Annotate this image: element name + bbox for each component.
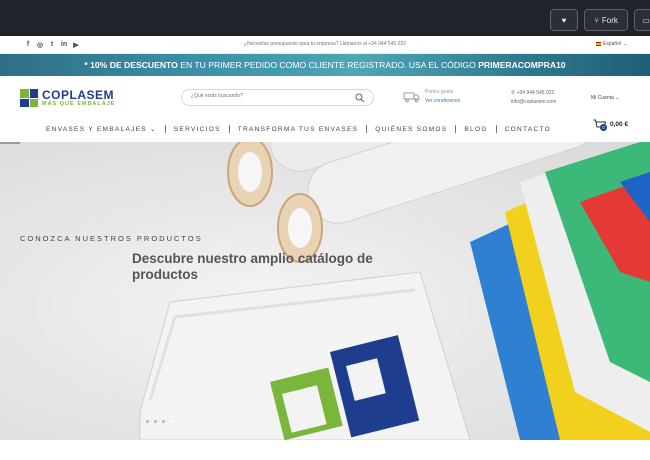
cart-icon: 0 xyxy=(593,118,607,131)
promo-banner: * 10% DE DESCUENTO EN TU PRIMER PEDIDO C… xyxy=(0,54,650,76)
phone-number[interactable]: +34 944 545 022 xyxy=(517,90,555,96)
hero-title: Descubre nuestro amplio catálogo de prod… xyxy=(132,251,373,282)
search-box xyxy=(181,89,374,106)
main-nav: ENVASES Y EMBALAJES ⌄ SERVICIOS TRANSFOR… xyxy=(46,125,559,133)
info-strip: f ◎ t in ▶ ¿Necesitas presupuesto para t… xyxy=(0,36,650,54)
language-selector[interactable]: Español ⌄ xyxy=(596,41,627,47)
slider-dot[interactable] xyxy=(162,420,165,423)
hero-subtitle: CONOZCA NUESTROS PRODUCTOS xyxy=(20,234,203,243)
logo-tagline: MÁS QUE EMBALAJE xyxy=(42,100,116,107)
search-icon[interactable] xyxy=(355,93,365,103)
fork-label: Fork xyxy=(601,15,618,25)
truck-icon xyxy=(403,92,420,103)
nav-item-envases[interactable]: ENVASES Y EMBALAJES ⌄ xyxy=(46,125,165,133)
flag-icon xyxy=(596,42,601,46)
header: COPLASEM MÁS QUE EMBALAJE Portes gratis … xyxy=(0,76,650,142)
promo-discount: * 10% DE DESCUENTO xyxy=(84,60,178,70)
nav-item-blog[interactable]: BLOG xyxy=(456,126,495,133)
cart[interactable]: 0 0,00 € xyxy=(593,118,629,131)
slider-dots xyxy=(146,420,173,423)
hero-image xyxy=(139,142,650,440)
account-label: Mi Cuenta xyxy=(591,95,614,101)
nav-label: ENVASES Y EMBALAJES xyxy=(46,126,147,133)
slider-dot[interactable] xyxy=(154,420,157,423)
chevron-down-icon: ⌄ xyxy=(623,41,628,47)
top-bar: ♥ ⑂ Fork ▭ xyxy=(0,0,650,36)
shipping-conditions-link[interactable]: Ver condiciones xyxy=(425,97,460,106)
logo-icon xyxy=(20,89,38,107)
info-text: ¿Necesitas presupuesto para tu empresa? … xyxy=(244,41,406,47)
window-icon: ▭ xyxy=(642,15,650,25)
fork-icon: ⑂ xyxy=(594,15,599,25)
logo-name: COPLASEM xyxy=(42,87,115,102)
fork-button[interactable]: ⑂ Fork xyxy=(584,9,628,31)
email-link[interactable]: info@coplasem.com xyxy=(511,98,556,107)
nav-item-quienes-somos[interactable]: QUIÉNES SOMOS xyxy=(367,126,455,133)
hero-slider: CONOZCA NUESTROS PRODUCTOS Descubre nues… xyxy=(0,142,650,440)
search-input[interactable] xyxy=(191,93,351,99)
cart-total: 0,00 € xyxy=(610,120,629,128)
chevron-down-icon: ⌄ xyxy=(615,95,620,101)
nav-item-servicios[interactable]: SERVICIOS xyxy=(166,126,229,133)
promo-text: EN TU PRIMER PEDIDO COMO CLIENTE REGISTR… xyxy=(177,60,479,70)
cart-count-badge: 0 xyxy=(600,124,607,131)
account-menu[interactable]: Mi Cuenta ⌄ xyxy=(591,95,619,101)
corrugated-sheets-illustration xyxy=(470,142,650,440)
heart-button[interactable]: ♥ xyxy=(550,9,578,31)
slider-dot[interactable] xyxy=(146,420,149,423)
shipping-info[interactable]: Portes gratis Ver condiciones xyxy=(403,88,460,106)
nav-item-contacto[interactable]: CONTACTO xyxy=(497,126,559,133)
language-label: Español xyxy=(603,41,622,47)
nav-item-transforma[interactable]: TRANSFORMA TUS ENVASES xyxy=(230,126,366,133)
slide-progress xyxy=(0,142,20,144)
slider-dot-active[interactable] xyxy=(170,420,173,423)
extra-button[interactable]: ▭ xyxy=(634,9,650,31)
heart-icon: ♥ xyxy=(561,15,567,25)
plastic-bag-illustration xyxy=(139,271,471,440)
contact-info: ✆ +34 944 545 022 info@coplasem.com xyxy=(511,89,556,107)
shipping-title: Portes gratis xyxy=(425,89,454,95)
logo[interactable]: COPLASEM MÁS QUE EMBALAJE xyxy=(20,89,115,107)
chevron-down-icon: ⌄ xyxy=(146,126,157,133)
promo-code: PRIMERACOMPRA10 xyxy=(478,60,566,70)
